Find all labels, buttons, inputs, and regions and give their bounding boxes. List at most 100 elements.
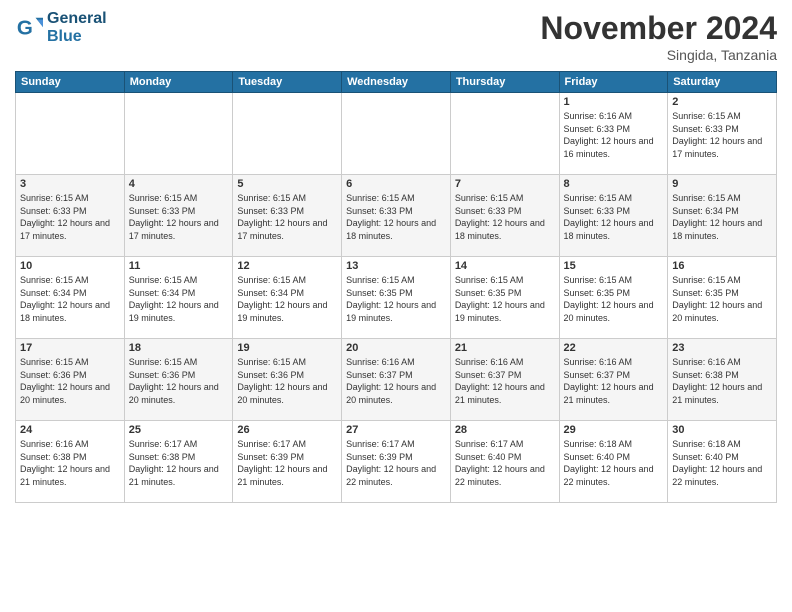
day-info: Sunrise: 6:15 AM Sunset: 6:35 PM Dayligh… [346,274,446,324]
calendar-cell: 25Sunrise: 6:17 AM Sunset: 6:38 PM Dayli… [124,421,233,503]
calendar: Sunday Monday Tuesday Wednesday Thursday… [15,71,777,503]
day-number: 20 [346,342,446,354]
calendar-cell: 9Sunrise: 6:15 AM Sunset: 6:34 PM Daylig… [668,175,777,257]
calendar-week-4: 17 Sunrise: 6:15 AM Sunset: 6:36 PM Dayli… [16,339,777,421]
calendar-cell: 16 Sunrise: 6:15 AM Sunset: 6:35 PM Dayli… [668,257,777,339]
col-sunday: Sunday [16,72,125,93]
day-number: 3 [20,178,120,190]
col-friday: Friday [559,72,668,93]
calendar-cell: 29 Sunrise: 6:18 AM Sunset: 6:40 PM Dayli… [559,421,668,503]
day-number: 21 [455,342,555,354]
svg-text:G: G [17,16,33,39]
day-info: Sunrise: 6:18 AM Sunset: 6:40 PM Dayligh… [564,438,664,488]
day-info: Sunrise: 6:15 AM Sunset: 6:33 PM Dayligh… [129,192,229,242]
day-number: 26 [237,424,337,436]
calendar-cell: 12 Sunrise: 6:15 AM Sunset: 6:34 PM Dayli… [233,257,342,339]
day-number: 19 [237,342,337,354]
day-info: Sunrise: 6:16 AM Sunset: 6:33 PM Dayligh… [564,110,664,160]
calendar-cell [16,93,125,175]
day-info: Sunrise: 6:15 AM Sunset: 6:36 PM Dayligh… [20,356,120,406]
day-info: Sunrise: 6:15 AM Sunset: 6:33 PM Dayligh… [455,192,555,242]
day-info: Sunrise: 6:16 AM Sunset: 6:37 PM Dayligh… [564,356,664,406]
day-number: 16 [672,260,772,272]
day-info: Sunrise: 6:15 AM Sunset: 6:35 PM Dayligh… [564,274,664,324]
day-info: Sunrise: 6:18 AM Sunset: 6:40 PM Dayligh… [672,438,772,488]
day-number: 4 [129,178,229,190]
calendar-week-1: 1 Sunrise: 6:16 AM Sunset: 6:33 PM Daylig… [16,93,777,175]
calendar-cell: 10 Sunrise: 6:15 AM Sunset: 6:34 PM Dayli… [16,257,125,339]
day-number: 10 [20,260,120,272]
day-info: Sunrise: 6:15 AM Sunset: 6:33 PM Dayligh… [564,192,664,242]
day-info: Sunrise: 6:15 AM Sunset: 6:34 PM Dayligh… [672,192,772,242]
calendar-cell: 15 Sunrise: 6:15 AM Sunset: 6:35 PM Dayli… [559,257,668,339]
day-number: 23 [672,342,772,354]
calendar-cell: 13 Sunrise: 6:15 AM Sunset: 6:35 PM Dayli… [342,257,451,339]
calendar-header-row: Sunday Monday Tuesday Wednesday Thursday… [16,72,777,93]
day-info: Sunrise: 6:17 AM Sunset: 6:39 PM Dayligh… [237,438,337,488]
day-info: Sunrise: 6:15 AM Sunset: 6:35 PM Dayligh… [672,274,772,324]
title-block: November 2024 Singida, Tanzania [540,10,777,63]
day-info: Sunrise: 6:17 AM Sunset: 6:40 PM Dayligh… [455,438,555,488]
calendar-cell [342,93,451,175]
calendar-week-2: 3 Sunrise: 6:15 AM Sunset: 6:33 PM Daylig… [16,175,777,257]
day-number: 18 [129,342,229,354]
calendar-cell: 24 Sunrise: 6:16 AM Sunset: 6:38 PM Dayli… [16,421,125,503]
calendar-cell: 17 Sunrise: 6:15 AM Sunset: 6:36 PM Dayli… [16,339,125,421]
col-thursday: Thursday [450,72,559,93]
calendar-cell: 19 Sunrise: 6:15 AM Sunset: 6:36 PM Dayli… [233,339,342,421]
day-number: 2 [672,96,772,108]
day-info: Sunrise: 6:15 AM Sunset: 6:33 PM Dayligh… [237,192,337,242]
day-info: Sunrise: 6:15 AM Sunset: 6:33 PM Dayligh… [346,192,446,242]
location-subtitle: Singida, Tanzania [540,47,777,63]
day-info: Sunrise: 6:16 AM Sunset: 6:37 PM Dayligh… [455,356,555,406]
calendar-cell [233,93,342,175]
day-info: Sunrise: 6:15 AM Sunset: 6:35 PM Dayligh… [455,274,555,324]
calendar-cell: 7 Sunrise: 6:15 AM Sunset: 6:33 PM Daylig… [450,175,559,257]
day-number: 1 [564,96,664,108]
calendar-cell: 27Sunrise: 6:17 AM Sunset: 6:39 PM Dayli… [342,421,451,503]
calendar-cell [124,93,233,175]
day-info: Sunrise: 6:16 AM Sunset: 6:38 PM Dayligh… [672,356,772,406]
day-number: 11 [129,260,229,272]
day-info: Sunrise: 6:15 AM Sunset: 6:34 PM Dayligh… [237,274,337,324]
day-number: 29 [564,424,664,436]
calendar-cell: 21 Sunrise: 6:16 AM Sunset: 6:37 PM Dayli… [450,339,559,421]
calendar-cell [450,93,559,175]
calendar-cell: 22 Sunrise: 6:16 AM Sunset: 6:37 PM Dayli… [559,339,668,421]
col-monday: Monday [124,72,233,93]
day-info: Sunrise: 6:16 AM Sunset: 6:38 PM Dayligh… [20,438,120,488]
calendar-cell: 30Sunrise: 6:18 AM Sunset: 6:40 PM Dayli… [668,421,777,503]
calendar-cell: 8Sunrise: 6:15 AM Sunset: 6:33 PM Daylig… [559,175,668,257]
day-info: Sunrise: 6:15 AM Sunset: 6:34 PM Dayligh… [129,274,229,324]
calendar-cell: 26 Sunrise: 6:17 AM Sunset: 6:39 PM Dayli… [233,421,342,503]
logo: G General Blue [15,10,107,45]
day-number: 17 [20,342,120,354]
calendar-cell: 23 Sunrise: 6:16 AM Sunset: 6:38 PM Dayli… [668,339,777,421]
day-number: 13 [346,260,446,272]
col-wednesday: Wednesday [342,72,451,93]
calendar-cell: 1 Sunrise: 6:16 AM Sunset: 6:33 PM Daylig… [559,93,668,175]
calendar-week-3: 10 Sunrise: 6:15 AM Sunset: 6:34 PM Dayli… [16,257,777,339]
day-info: Sunrise: 6:17 AM Sunset: 6:39 PM Dayligh… [346,438,446,488]
day-number: 22 [564,342,664,354]
day-number: 25 [129,424,229,436]
day-info: Sunrise: 6:15 AM Sunset: 6:33 PM Dayligh… [20,192,120,242]
logo-text: General Blue [47,10,107,45]
day-info: Sunrise: 6:15 AM Sunset: 6:36 PM Dayligh… [237,356,337,406]
logo-icon: G [15,14,43,42]
day-info: Sunrise: 6:16 AM Sunset: 6:37 PM Dayligh… [346,356,446,406]
col-saturday: Saturday [668,72,777,93]
day-number: 7 [455,178,555,190]
calendar-cell: 28Sunrise: 6:17 AM Sunset: 6:40 PM Dayli… [450,421,559,503]
calendar-cell: 3 Sunrise: 6:15 AM Sunset: 6:33 PM Daylig… [16,175,125,257]
calendar-cell: 4 Sunrise: 6:15 AM Sunset: 6:33 PM Daylig… [124,175,233,257]
day-number: 24 [20,424,120,436]
calendar-cell: 14 Sunrise: 6:15 AM Sunset: 6:35 PM Dayli… [450,257,559,339]
calendar-cell: 20 Sunrise: 6:16 AM Sunset: 6:37 PM Dayli… [342,339,451,421]
day-info: Sunrise: 6:15 AM Sunset: 6:34 PM Dayligh… [20,274,120,324]
month-title: November 2024 [540,10,777,47]
calendar-cell: 6Sunrise: 6:15 AM Sunset: 6:33 PM Daylig… [342,175,451,257]
day-number: 14 [455,260,555,272]
day-number: 12 [237,260,337,272]
day-number: 15 [564,260,664,272]
